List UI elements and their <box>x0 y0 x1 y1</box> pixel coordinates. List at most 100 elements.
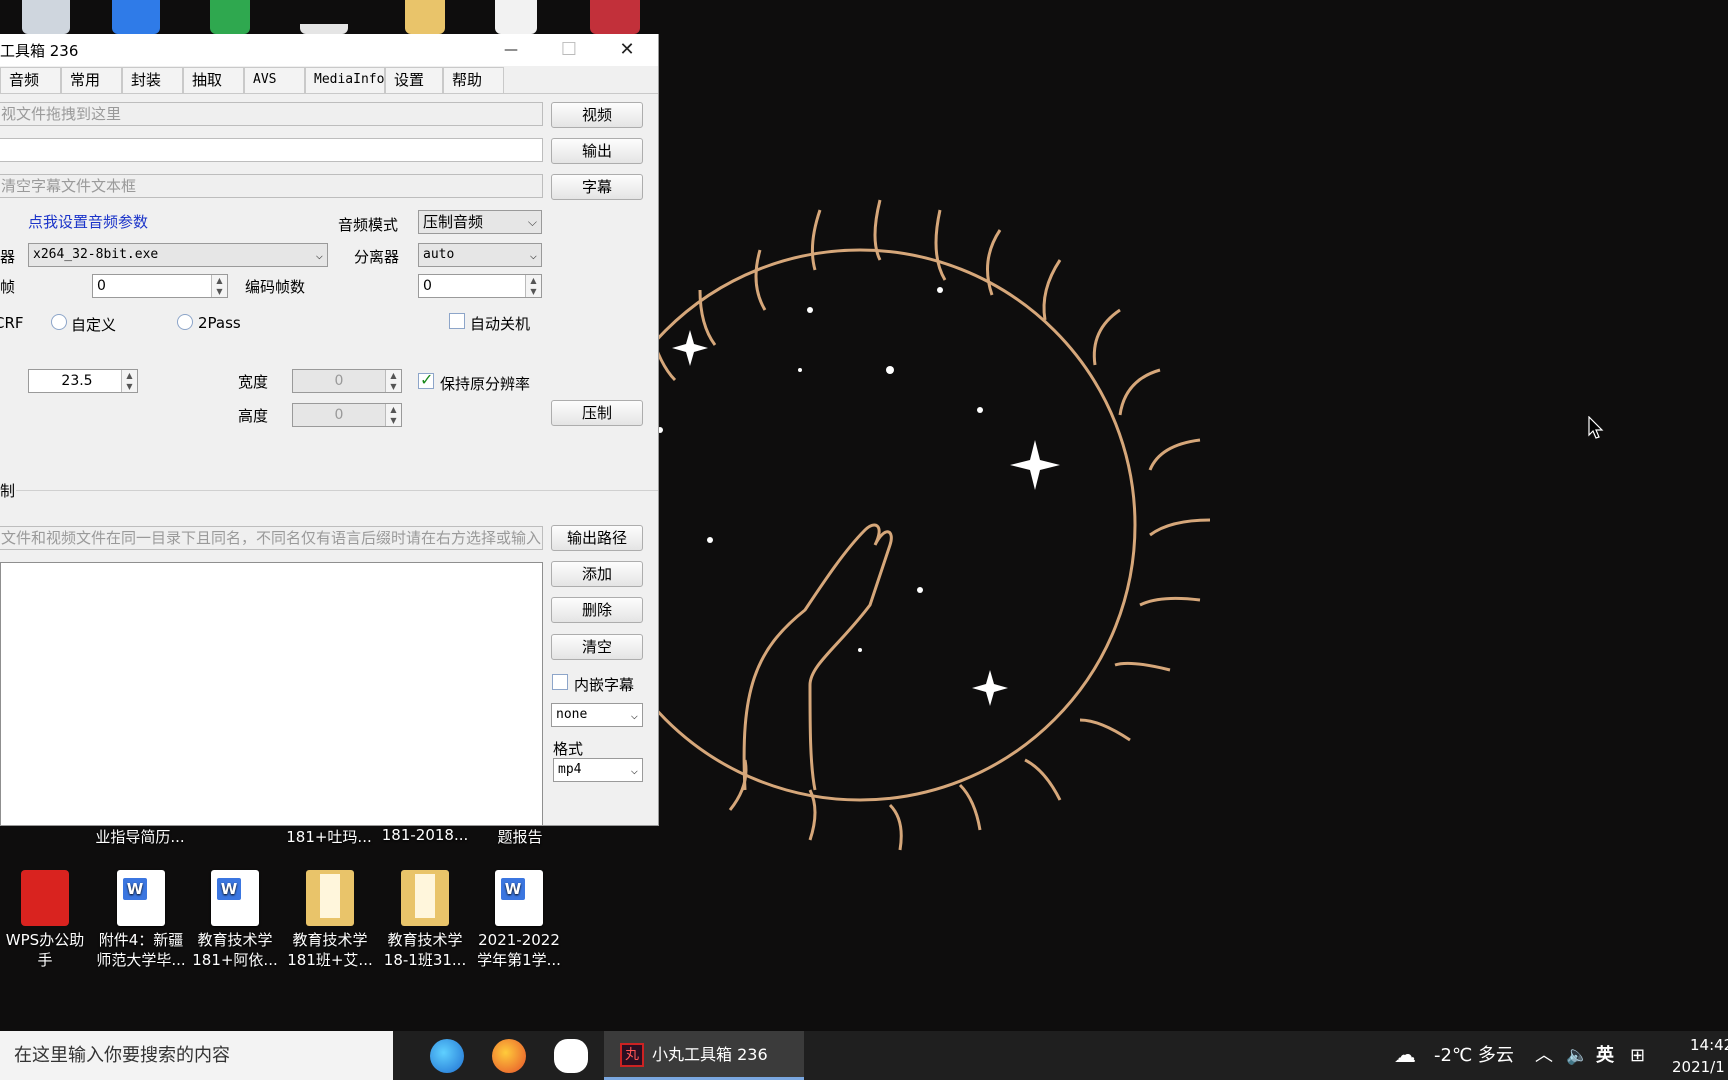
weather-text[interactable]: -2℃ 多云 <box>1434 1031 1514 1080</box>
output-file-input[interactable] <box>0 138 543 162</box>
desktop-caption: 题报告 <box>497 828 543 846</box>
tab-audio[interactable]: 音频 <box>0 67 61 93</box>
crf-stepper[interactable]: 23.5 ▲ ▼ <box>28 369 138 393</box>
xiaowan-toolbox-window: 工具箱 236 — ☐ ✕ 音频 常用 封装 抽取 AVS MediaInfo … <box>0 34 659 826</box>
demuxer-select[interactable]: auto ⌵ <box>418 243 542 267</box>
folder-icon <box>306 870 354 926</box>
height-label: 高度 <box>238 407 269 425</box>
twopass-radio-label: 2Pass <box>198 314 241 332</box>
desktop-caption: 181-2018... <box>381 826 469 844</box>
audio-mode-label: 音频模式 <box>338 216 399 234</box>
stepper-arrows-icon[interactable]: ▲ ▼ <box>211 275 227 297</box>
word-doc-icon[interactable] <box>495 0 537 34</box>
stepper-arrows-icon: ▲ ▼ <box>385 404 401 426</box>
wechat-icon[interactable] <box>554 1039 588 1073</box>
desktop-icon-2021-doc[interactable]: 2021-2022 学年第1学... <box>472 870 566 970</box>
audio-settings-link[interactable]: 点我设置音频参数 <box>28 211 148 232</box>
crf-label: CRF <box>0 314 24 332</box>
format-label: 格式 <box>553 740 584 758</box>
tab-mux[interactable]: 封装 <box>122 67 183 93</box>
video-button[interactable]: 视频 <box>551 102 643 128</box>
audio-mode-select[interactable]: 压制音频 ⌵ <box>418 210 542 234</box>
document-icon[interactable] <box>300 24 348 34</box>
desktop-icon-edu-folder-1[interactable]: 教育技术学 181班+艾... <box>283 870 377 970</box>
subtitle-file-input[interactable]: 清空字幕文件文本框 <box>0 174 543 198</box>
word-doc-icon <box>117 870 165 926</box>
output-path-button[interactable]: 输出路径 <box>551 525 643 551</box>
batch-hint-input[interactable]: 文件和视频文件在同一目录下且同名，不同名仅有语言后缀时请在右方选择或输入 <box>0 526 543 550</box>
subtitle-language-select[interactable]: none ⌵ <box>551 703 643 727</box>
video-file-input[interactable]: 视文件拖拽到这里 <box>0 102 543 126</box>
custom-radio[interactable] <box>51 314 67 330</box>
chevron-down-icon: ⌵ <box>529 248 537 262</box>
height-stepper[interactable]: 0 ▲ ▼ <box>292 403 402 427</box>
embed-subtitle-label: 内嵌字幕 <box>574 676 635 694</box>
clear-button[interactable]: 清空 <box>551 634 643 660</box>
xiaowan-app-icon: 丸 <box>620 1043 644 1067</box>
tab-avs[interactable]: AVS <box>244 67 305 93</box>
frames-label: 帧 <box>0 278 16 296</box>
clock-date[interactable]: 2021/1 <box>1672 1043 1725 1080</box>
app-blue-icon[interactable] <box>112 0 160 34</box>
taskbar-app-label: 小丸工具箱 236 <box>652 1045 768 1064</box>
desktop-caption: 181+吐玛... <box>286 828 372 846</box>
encode-frames-label: 编码帧数 <box>245 278 306 296</box>
compress-button[interactable]: 压制 <box>551 400 643 426</box>
taskbar-app-xiaowan[interactable]: 丸 小丸工具箱 236 <box>604 1031 804 1080</box>
embed-subtitle-checkbox[interactable] <box>552 674 568 690</box>
tab-extract[interactable]: 抽取 <box>183 67 244 93</box>
desktop-icon-attachment-doc[interactable]: 附件4：新疆 师范大学毕... <box>94 870 188 970</box>
folder-icon[interactable] <box>405 0 445 34</box>
tab-settings[interactable]: 设置 <box>385 67 443 93</box>
width-label: 宽度 <box>238 373 269 391</box>
auto-shutdown-label: 自动关机 <box>470 315 531 333</box>
stepper-arrows-icon[interactable]: ▲ ▼ <box>525 275 541 297</box>
spreadsheet-icon[interactable] <box>210 0 250 34</box>
edge-icon[interactable] <box>430 1039 464 1073</box>
desktop-icon-edu-doc[interactable]: 教育技术学 181+阿依... <box>188 870 282 970</box>
mouse-cursor-icon <box>1588 416 1604 439</box>
stepper-arrows-icon[interactable]: ▲ ▼ <box>121 370 137 392</box>
taskbar-search-box[interactable]: 在这里输入你要搜索的内容 <box>0 1031 393 1080</box>
ime-mode-icon[interactable]: ⊞ <box>1630 1031 1645 1080</box>
close-button[interactable]: ✕ <box>598 34 656 66</box>
encode-frames-stepper[interactable]: 0 ▲ ▼ <box>418 274 542 298</box>
add-button[interactable]: 添加 <box>551 561 643 587</box>
batch-group-label: 制 <box>0 482 16 500</box>
tab-help[interactable]: 帮助 <box>443 67 504 93</box>
stepper-arrows-icon: ▲ ▼ <box>385 370 401 392</box>
encoder-select[interactable]: x264_32-8bit.exe ⌵ <box>28 243 328 267</box>
folder-icon <box>401 870 449 926</box>
tab-common[interactable]: 常用 <box>61 67 122 93</box>
format-select[interactable]: mp4 ⌵ <box>553 758 643 782</box>
frames-stepper[interactable]: 0 ▲ ▼ <box>92 274 228 298</box>
tray-chevron-up-icon[interactable]: ︿ <box>1535 1031 1553 1080</box>
twopass-radio[interactable] <box>177 314 193 330</box>
output-button[interactable]: 输出 <box>551 138 643 164</box>
keep-resolution-label: 保持原分辨率 <box>440 375 531 393</box>
title-bar[interactable]: 工具箱 236 — ☐ ✕ <box>0 34 658 66</box>
keep-resolution-checkbox[interactable] <box>418 370 434 389</box>
batch-file-list[interactable] <box>0 562 543 825</box>
recycle-bin-icon[interactable] <box>22 0 70 34</box>
demuxer-label: 分离器 <box>354 248 400 266</box>
weather-cloud-icon[interactable]: ☁ <box>1394 1031 1416 1080</box>
delete-button[interactable]: 删除 <box>551 597 643 623</box>
subtitle-button[interactable]: 字幕 <box>551 174 643 200</box>
auto-shutdown-checkbox[interactable] <box>449 313 465 329</box>
archive-icon[interactable] <box>590 0 640 34</box>
desktop-icon-edu-folder-2[interactable]: 教育技术学 18-1班31... <box>378 870 472 970</box>
volume-icon[interactable]: 🔈 <box>1566 1031 1588 1080</box>
firefox-icon[interactable] <box>492 1039 526 1073</box>
tab-mediainfo[interactable]: MediaInfo <box>305 67 385 93</box>
word-doc-icon <box>211 870 259 926</box>
ime-indicator[interactable]: 英 <box>1596 1031 1614 1080</box>
wps-icon <box>21 870 69 926</box>
chevron-down-icon: ⌵ <box>315 248 323 262</box>
width-stepper[interactable]: 0 ▲ ▼ <box>292 369 402 393</box>
minimize-button[interactable]: — <box>482 34 540 66</box>
desktop-icon-wps-assistant[interactable]: WPS办公助 手 <box>0 870 92 970</box>
desktop-caption: 业指导简历... <box>95 828 185 846</box>
sun-moon-artwork <box>583 199 1211 851</box>
maximize-button[interactable]: ☐ <box>540 34 598 66</box>
